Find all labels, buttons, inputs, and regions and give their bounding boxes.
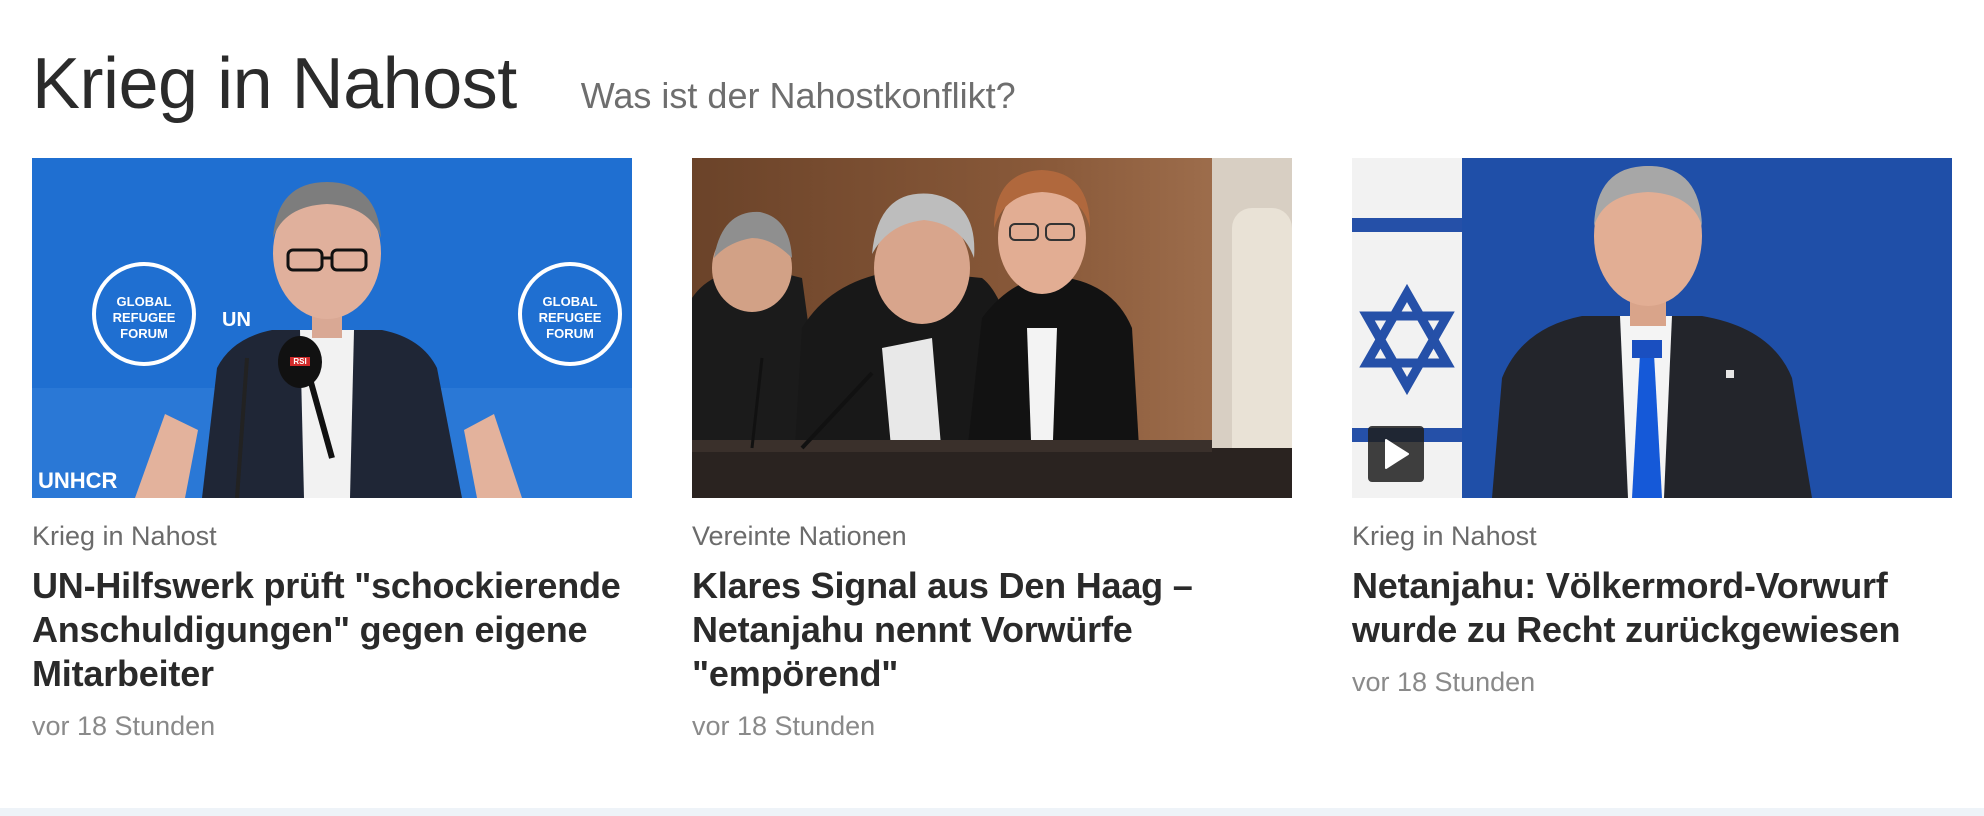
teaser-headline: Netanjahu: Völkermord-Vorwurf wurde zu R… <box>1352 565 1901 651</box>
teaser-image: GLOBAL REFUGEE FORUM GLOBAL REFUGEE FORU… <box>32 158 632 498</box>
section-header: Krieg in Nahost Was ist der Nahostkonfli… <box>32 48 1016 120</box>
backdrop-text: GLOBAL <box>543 294 598 309</box>
section-title[interactable]: Krieg in Nahost <box>32 48 517 120</box>
teaser-topline: Krieg in Nahost <box>1352 521 1537 551</box>
section-divider <box>0 808 1984 816</box>
teaser-image <box>692 158 1292 498</box>
explainer-link[interactable]: Was ist der Nahostkonflikt? <box>581 78 1016 114</box>
play-icon <box>1385 439 1409 469</box>
backdrop-text: UNHCR <box>38 468 118 493</box>
teaser-list: GLOBAL REFUGEE FORUM GLOBAL REFUGEE FORU… <box>32 158 1952 743</box>
video-play-button[interactable] <box>1368 426 1424 482</box>
teaser-topline: Vereinte Nationen <box>692 521 907 551</box>
teaser-date: vor 18 Stunden <box>692 711 876 742</box>
backdrop-text: UN <box>222 309 251 331</box>
backdrop-text: FORUM <box>546 326 594 341</box>
teaser-headline: UN-Hilfswerk prüft "schockierende Anschu… <box>32 565 621 695</box>
backdrop-text: FORUM <box>120 326 168 341</box>
backdrop-text: GLOBAL <box>117 294 172 309</box>
backdrop-text: REFUGEE <box>113 310 176 325</box>
teaser-topline: Krieg in Nahost <box>32 521 217 551</box>
teaser-date: vor 18 Stunden <box>32 711 216 742</box>
backdrop-text: REFUGEE <box>539 310 602 325</box>
teaser-card[interactable]: Vereinte Nationen Klares Signal aus Den … <box>692 158 1292 743</box>
teaser-date: vor 18 Stunden <box>1352 667 1536 698</box>
mic-label: RSI <box>293 357 306 366</box>
teaser-card[interactable]: Krieg in Nahost Netanjahu: Völkermord-Vo… <box>1352 158 1952 743</box>
teaser-image <box>1352 158 1952 498</box>
teaser-headline: Klares Signal aus Den Haag – Netanjahu n… <box>692 565 1193 695</box>
teaser-card[interactable]: GLOBAL REFUGEE FORUM GLOBAL REFUGEE FORU… <box>32 158 632 743</box>
